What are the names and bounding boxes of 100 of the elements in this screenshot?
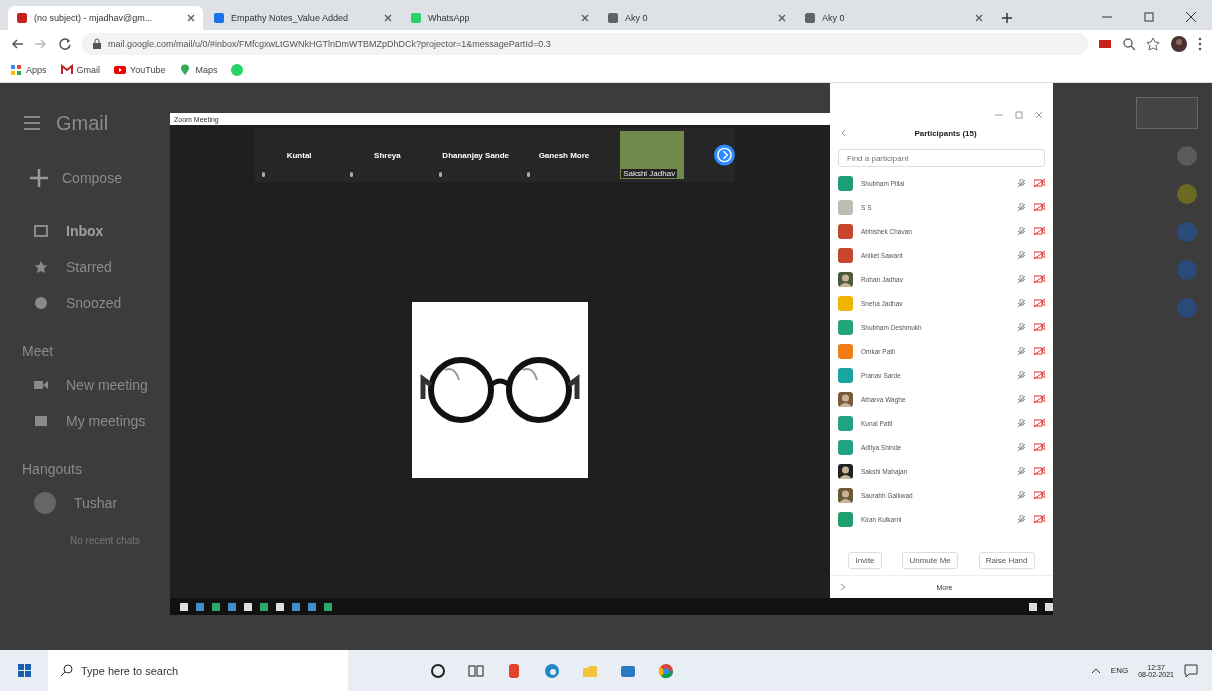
video-off-icon (1034, 274, 1045, 284)
hangouts-note: No recent chats (69, 534, 142, 546)
star-icon[interactable] (1146, 37, 1160, 51)
muted-mic-icon (1017, 250, 1026, 260)
apps-icon (10, 64, 22, 76)
close-icon[interactable] (1184, 11, 1198, 23)
muted-mic-icon (1017, 466, 1026, 476)
video-off-icon (1034, 370, 1045, 380)
avatar-photo-placeholder (838, 391, 853, 407)
address-bar[interactable]: mail.google.com/mail/u/0/#inbox/FMfcgxwLtGWNkHGTlnDmWTBMZpDhDCk?projector=1&messagePartId=0.3 (82, 33, 1088, 55)
url-text: mail.google.com/mail/u/0/#inbox/FMfcgxwLtGWNkHGTlnDmWTBMZpDhDCk?projector=1&messagePartId=0.3 (108, 39, 551, 49)
browser-tab[interactable]: (no subject) - mjadhav@gm... (8, 6, 203, 30)
mic-icon (261, 172, 266, 178)
muted-mic-icon (1017, 394, 1026, 404)
browser-tab[interactable]: Aky 0 (796, 6, 991, 30)
video-off-icon (1034, 490, 1045, 500)
muted-mic-icon (1017, 346, 1026, 356)
cortana-icon[interactable] (430, 662, 446, 679)
panel-button[interactable]: Unmute Me (902, 552, 958, 569)
panel-button[interactable]: Raise Hand (978, 552, 1035, 569)
participant-name: Ganesh More (538, 150, 590, 160)
video-off-icon (1034, 346, 1045, 356)
taskbar-search-field[interactable]: Type here to search (48, 650, 348, 691)
panel-button[interactable]: Invite (848, 552, 882, 569)
muted-mic-icon (1017, 274, 1026, 284)
close-icon[interactable] (581, 14, 589, 22)
section-heading: Hangouts (21, 460, 83, 479)
bookmark[interactable]: Apps (10, 64, 47, 76)
browser-tab[interactable]: WhatsApp (402, 6, 597, 30)
video-off-icon (1034, 418, 1045, 428)
mic-icon (437, 172, 443, 178)
bookmark[interactable]: YouTube (114, 64, 166, 76)
video-off-icon (1034, 298, 1045, 308)
muted-mic-icon (1017, 178, 1026, 188)
play-icon (114, 64, 127, 76)
video-off-icon (1034, 514, 1045, 524)
close-icon[interactable] (187, 14, 195, 22)
muted-mic-icon (1017, 322, 1026, 332)
lock-icon (92, 38, 102, 50)
video-off-icon (1034, 466, 1045, 476)
bookmark[interactable]: Maps (179, 64, 218, 76)
muted-mic-icon (1017, 298, 1026, 308)
video-tile[interactable]: Dhananjay Sande (431, 128, 520, 182)
avatar-photo-placeholder (838, 487, 853, 503)
plus-icon (28, 167, 50, 189)
task-view-icon[interactable] (468, 662, 484, 679)
search-field[interactable]: Find a participant (838, 149, 1045, 167)
notification-icon[interactable] (1184, 663, 1198, 678)
close-icon[interactable] (975, 14, 983, 22)
nav-item[interactable]: Inbox (0, 213, 170, 249)
participant-name: Kuntal (286, 150, 312, 160)
muted-mic-icon (1017, 490, 1026, 500)
muted-mic-icon (1017, 202, 1026, 212)
new-tab-icon[interactable] (1001, 12, 1013, 24)
video-off-icon (1034, 202, 1045, 212)
muted-mic-icon (1017, 226, 1026, 236)
video-off-icon (1034, 250, 1045, 260)
avatar-photo-placeholder (838, 463, 853, 479)
restore-icon[interactable] (1142, 11, 1156, 23)
muted-mic-icon (1017, 514, 1026, 524)
participant-name: Sakshi Jadhav (621, 169, 678, 178)
avatar-photo-placeholder (838, 271, 853, 287)
section-heading: Meet (21, 342, 55, 361)
close-icon[interactable] (778, 14, 786, 22)
chrome-icon[interactable] (658, 662, 674, 679)
windows-start-icon[interactable] (17, 664, 31, 677)
video-off-icon (1034, 226, 1045, 236)
video-tile[interactable]: Kuntal (255, 128, 344, 182)
menu-icon[interactable] (22, 113, 42, 133)
map-pin-icon (179, 64, 192, 76)
next-page-icon[interactable] (714, 144, 735, 166)
video-off-icon (1034, 442, 1045, 452)
video-off-icon (1034, 394, 1045, 404)
video-icon (34, 378, 48, 392)
chevron-icon[interactable] (840, 129, 848, 137)
edge-icon[interactable] (544, 662, 560, 679)
chevron-up-icon[interactable] (1090, 666, 1101, 675)
avatar-icon (34, 492, 56, 514)
panel-title: Participants (15) (913, 128, 978, 138)
close-icon[interactable] (384, 14, 392, 22)
tab-favicon-icon (213, 12, 225, 24)
tab-favicon-icon (607, 12, 619, 24)
menu-icon[interactable] (1198, 37, 1202, 51)
muted-mic-icon (1017, 370, 1026, 380)
bookmark[interactable]: Gmail (60, 64, 101, 76)
video-off-icon (1034, 322, 1045, 332)
muted-mic-icon (1017, 418, 1026, 428)
video-tile[interactable]: Ganesh More (519, 128, 609, 182)
language-indicator[interactable]: ENG (1110, 666, 1129, 675)
browser-tab[interactable]: Empathy Notes_Value Added (205, 6, 400, 30)
video-off-icon (1034, 178, 1045, 188)
avatar-icon[interactable] (1170, 35, 1188, 53)
back-icon[interactable] (10, 37, 24, 51)
zoom-icon[interactable] (1122, 37, 1136, 51)
video-tile[interactable]: Shreya (343, 128, 432, 182)
inbox-icon (34, 224, 48, 238)
search-icon (60, 664, 73, 677)
reload-icon[interactable] (58, 37, 72, 51)
participant-name: Shreya (374, 150, 401, 160)
browser-tab[interactable]: Aky 0 (599, 6, 794, 30)
